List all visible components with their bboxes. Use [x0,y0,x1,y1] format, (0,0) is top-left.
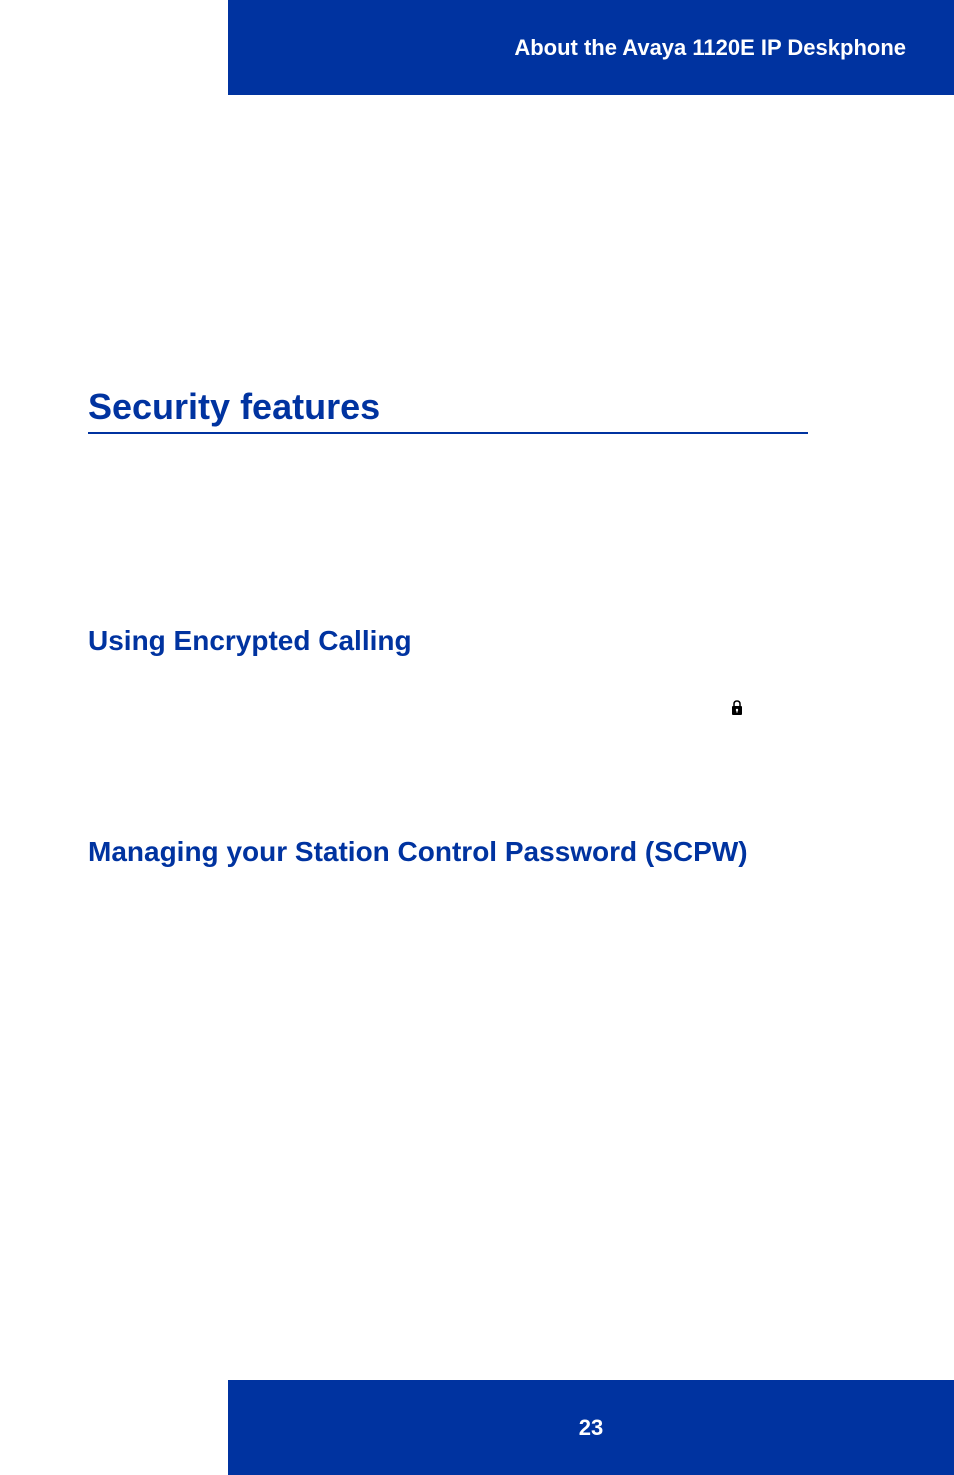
header-title: About the Avaya 1120E IP Deskphone [514,35,906,61]
page-header: About the Avaya 1120E IP Deskphone [228,0,954,95]
section-underline [88,432,808,434]
subsection-scpw: Managing your Station Control Password (… [88,836,748,868]
page-number: 23 [579,1415,603,1441]
section-title: Security features [88,386,380,428]
page-footer: 23 [228,1380,954,1475]
subsection-encrypted-calling: Using Encrypted Calling [88,625,412,657]
lock-icon [730,700,744,716]
